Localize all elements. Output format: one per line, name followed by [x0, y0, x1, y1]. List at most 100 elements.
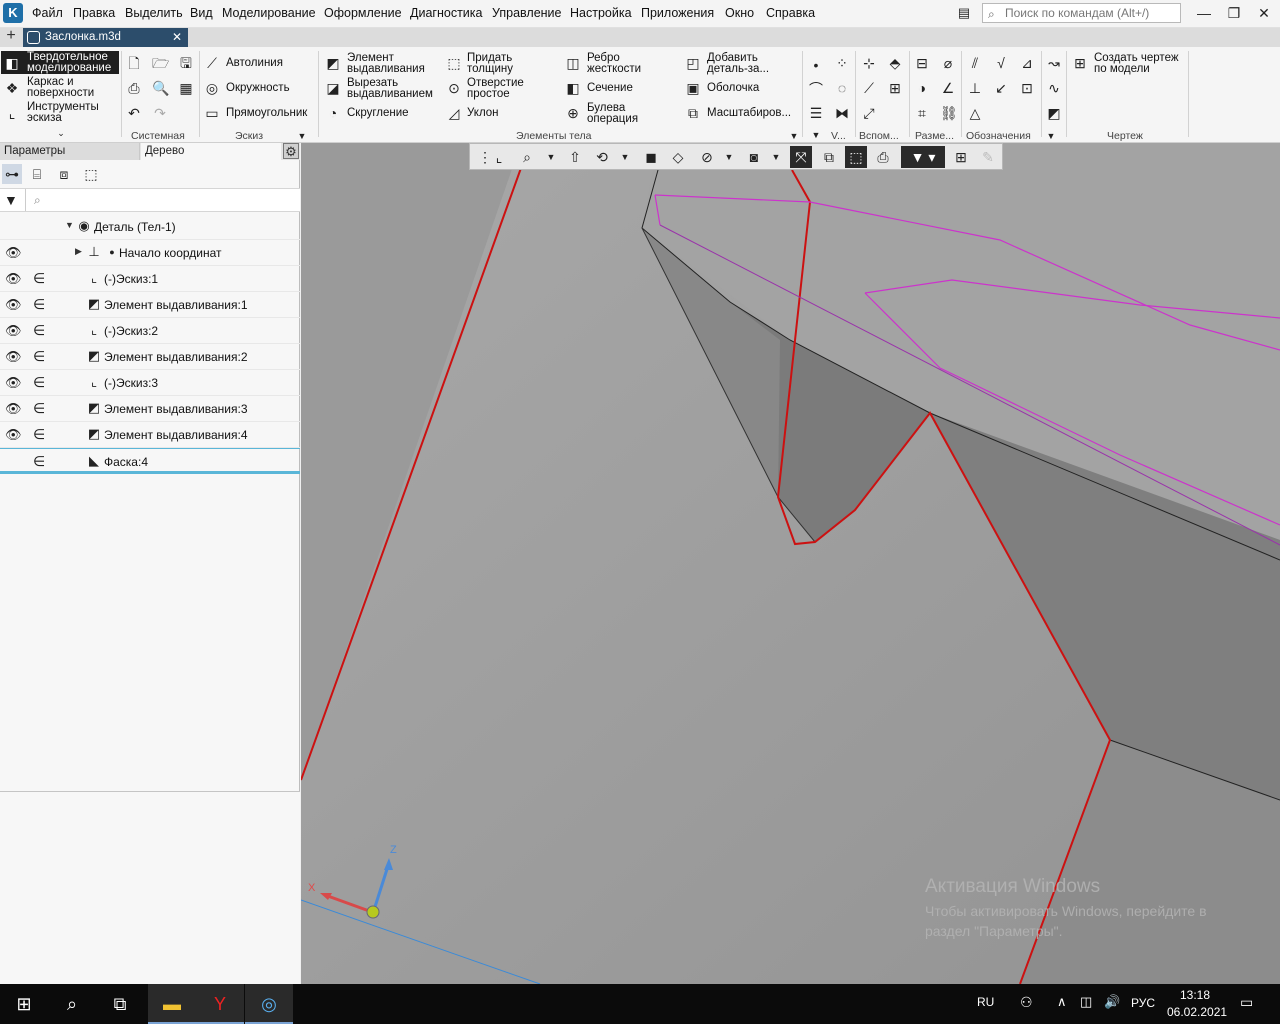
aux-cs-icon[interactable]: ⊞	[887, 80, 903, 96]
layers-icon[interactable]: ⬚	[845, 146, 867, 168]
menu-view[interactable]: Вид	[190, 6, 213, 20]
print-view-icon[interactable]: ⎙	[872, 146, 894, 168]
properties-icon[interactable]: ▦	[178, 80, 194, 96]
tree-row-sketch-3[interactable]: 👁 ∈ ⌞ (-)Эскиз:3	[0, 370, 300, 396]
surface-patch-icon[interactable]: ◩	[1046, 105, 1062, 121]
chain-dim-icon[interactable]: ⛓	[940, 105, 958, 121]
eye-icon[interactable]: 👁	[5, 401, 22, 417]
tree-row-extrude-2[interactable]: 👁 ∈ ◩ Элемент выдавливания:2	[0, 344, 300, 370]
add-part-button-line2[interactable]: деталь-за...	[707, 63, 769, 75]
include-icon[interactable]: ∈	[33, 453, 45, 470]
tree-structure-icon[interactable]: ⊶	[2, 164, 22, 184]
model-canvas[interactable]	[301, 143, 1280, 984]
save-icon[interactable]: 🖫	[178, 55, 194, 71]
aux-point-icon[interactable]: ⊹	[861, 55, 877, 71]
tab-close-icon[interactable]: ✕	[172, 28, 182, 47]
orientation-icon[interactable]: ⌞	[488, 146, 510, 168]
auto-dim-icon[interactable]: ⌗	[914, 105, 930, 121]
menu-select[interactable]: Выделить	[125, 6, 183, 20]
snap-icon[interactable]: ⤧	[790, 146, 812, 168]
extrude-button-line2[interactable]: выдавливания	[347, 63, 425, 75]
eye-icon[interactable]: 👁	[5, 323, 22, 339]
curve-3d-icon[interactable]: ↝	[1046, 55, 1062, 71]
menu-help[interactable]: Справка	[766, 6, 815, 20]
circle-button[interactable]: Окружность	[226, 82, 290, 94]
menu-manage[interactable]: Управление	[492, 6, 562, 20]
pen-icon[interactable]: ✎	[977, 146, 999, 168]
shell-button[interactable]: Оболочка	[707, 82, 759, 94]
rectangle-button[interactable]: Прямоугольник	[226, 107, 307, 119]
close-icon[interactable]: ✕	[1254, 4, 1274, 22]
kompas-app-icon[interactable]: ◎	[245, 984, 293, 1024]
thread-icon[interactable]: ⫽	[967, 55, 983, 71]
menu-diagnostics[interactable]: Диагностика	[410, 6, 482, 20]
section-button[interactable]: Сечение	[587, 82, 633, 94]
aux-plane-icon[interactable]: ⬘	[887, 55, 903, 71]
tree-search-input[interactable]: ⌕	[25, 189, 300, 211]
gear-icon[interactable]: ⚙	[283, 143, 299, 159]
hide-dropdown-icon[interactable]: ▼	[723, 146, 735, 168]
angle-dim-icon[interactable]: ∠	[940, 80, 956, 96]
diameter-dim-icon[interactable]: ⌀	[940, 55, 956, 71]
menu-window[interactable]: Окно	[725, 6, 754, 20]
mode-sketch-tools[interactable]: ⌞ Инструменты эскиза	[1, 101, 119, 124]
tree-row-extrude-1[interactable]: 👁 ∈ ◩ Элемент выдавливания:1	[0, 292, 300, 318]
sketch-group-dropdown-icon[interactable]: ▼	[294, 128, 310, 144]
new-file-icon[interactable]: 🗋	[126, 55, 142, 71]
boolean-button-line2[interactable]: операция	[587, 113, 638, 125]
grid-array-icon[interactable]: ⁘	[834, 55, 850, 71]
expand-modes-icon[interactable]: ⌄	[53, 125, 69, 141]
restore-icon[interactable]: ❐	[1224, 4, 1244, 22]
roughness-icon[interactable]: √	[993, 55, 1009, 71]
filter-icon[interactable]: ▼	[4, 192, 18, 208]
yandex-browser-icon[interactable]: Y	[196, 984, 244, 1024]
tray-expand-icon[interactable]: ∧	[1057, 994, 1067, 1010]
print-icon[interactable]: ⎙	[126, 80, 142, 96]
tree-bodies-icon[interactable]: ⧈	[54, 164, 74, 184]
circular-array-icon[interactable]: ◌	[834, 80, 850, 96]
selection-filter-icon[interactable]: ▼ ▾	[901, 146, 945, 168]
spline-icon[interactable]: ∿	[1046, 80, 1062, 96]
eye-icon[interactable]: 👁	[5, 427, 22, 443]
clock-date[interactable]: 06.02.2021	[1167, 1005, 1227, 1019]
eye-icon[interactable]: 👁	[5, 297, 22, 313]
tree-row-part[interactable]: ▼ ◉ Деталь (Тел-1)	[0, 214, 300, 240]
volume-icon[interactable]: 🔊	[1104, 994, 1120, 1010]
search-icon[interactable]: ⌕	[48, 984, 96, 1024]
small-group-dropdown-icon[interactable]: ▼	[808, 127, 824, 143]
menu-layout[interactable]: Оформление	[324, 6, 402, 20]
autoline-button[interactable]: Автолиния	[226, 57, 283, 69]
file-explorer-icon[interactable]: ▬	[148, 984, 196, 1024]
input-language[interactable]: РУС	[1131, 996, 1155, 1010]
new-document-icon[interactable]: +	[3, 28, 19, 46]
array-icon[interactable]: ☰	[808, 105, 824, 121]
people-icon[interactable]: ⚇	[1020, 994, 1033, 1011]
leader-icon[interactable]: ↙	[993, 80, 1009, 96]
include-icon[interactable]: ∈	[33, 296, 45, 313]
mode-wireframe-surfaces[interactable]: ❖ Каркас и поверхности	[1, 76, 119, 99]
tree-row-sketch-2[interactable]: 👁 ∈ ⌞ (-)Эскиз:2	[0, 318, 300, 344]
include-icon[interactable]: ∈	[33, 400, 45, 417]
curve-icon[interactable]: ⌒	[808, 81, 824, 97]
eye-icon[interactable]: 👁	[5, 349, 22, 365]
hole-button-line2[interactable]: простое	[467, 88, 510, 100]
base-icon[interactable]: ⊥	[967, 80, 983, 96]
tree-row-extrude-4[interactable]: 👁 ∈ ◩ Элемент выдавливания:4	[0, 422, 300, 448]
zoom-dropdown-icon[interactable]: ▼	[545, 146, 557, 168]
include-icon[interactable]: ∈	[33, 374, 45, 391]
tree-select-icon[interactable]: ⬚	[81, 164, 101, 184]
hide-icon[interactable]: ⊘	[696, 146, 718, 168]
shaded-view-icon[interactable]: ◼	[640, 146, 662, 168]
point-icon[interactable]: •	[808, 57, 824, 73]
collapse-arrow-icon[interactable]: ▼	[65, 220, 74, 230]
rotate-icon[interactable]: ⟲	[591, 146, 613, 168]
redo-icon[interactable]: ↷	[152, 105, 168, 121]
aux-line-icon[interactable]: ⤢	[861, 105, 877, 121]
include-icon[interactable]: ∈	[33, 270, 45, 287]
eye-icon[interactable]: 👁	[5, 245, 22, 261]
tree-history-icon[interactable]: ⌸	[27, 164, 47, 184]
zoom-icon[interactable]: ⌕	[516, 146, 538, 168]
tree-row-sketch-1[interactable]: 👁 ∈ ⌞ (-)Эскиз:1	[0, 266, 300, 292]
include-icon[interactable]: ∈	[33, 348, 45, 365]
thicken-button-line2[interactable]: толщину	[467, 63, 513, 75]
